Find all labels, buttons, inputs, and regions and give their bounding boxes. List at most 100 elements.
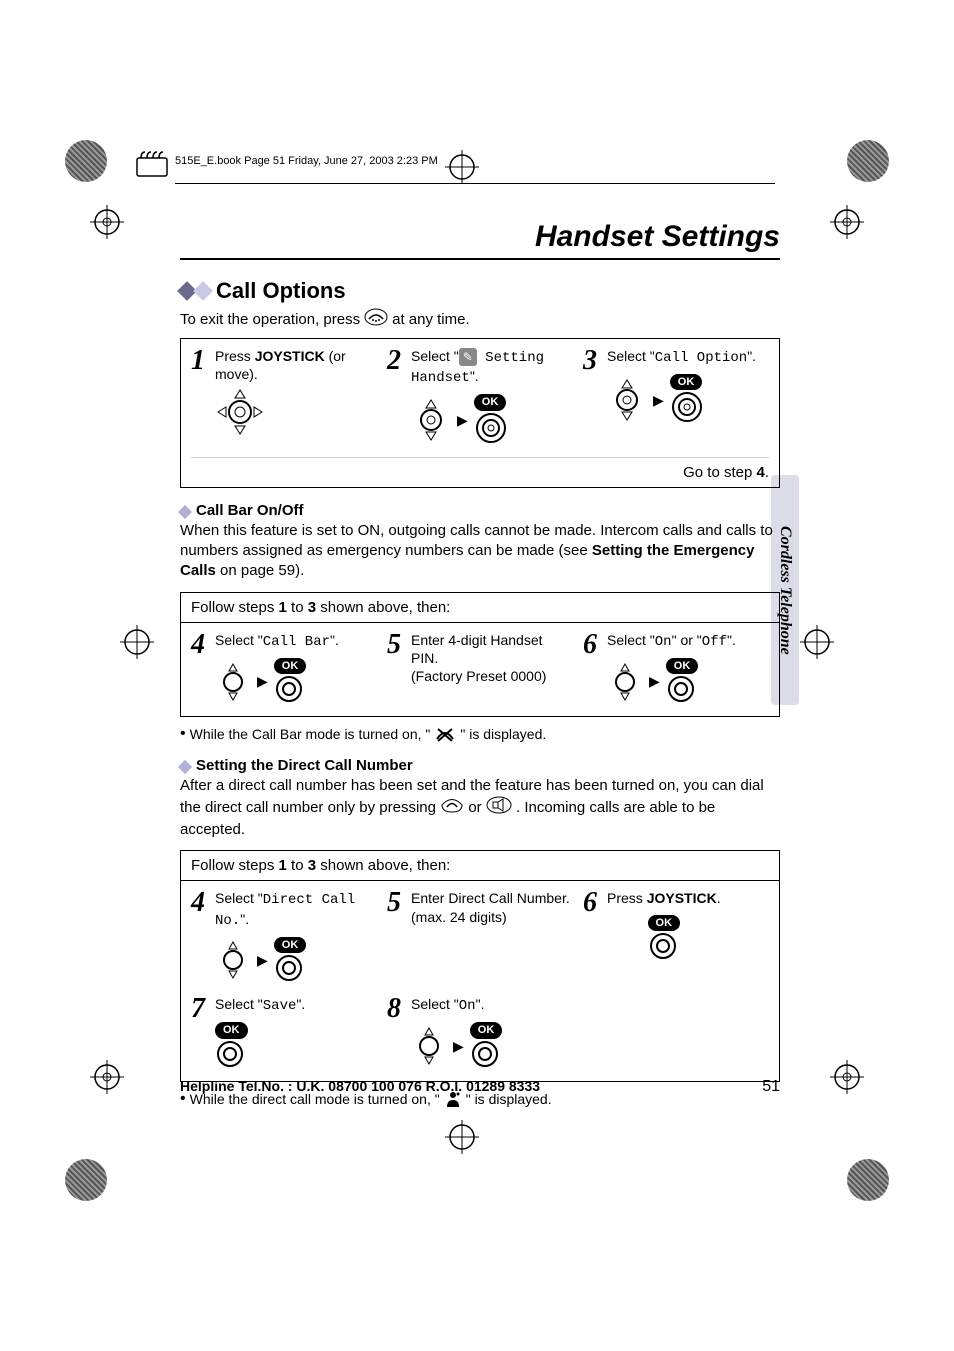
ok-badge: OK xyxy=(470,1022,503,1038)
registration-mark-icon xyxy=(445,1120,479,1157)
diamond-bullet-icon xyxy=(180,284,210,298)
registration-mark-icon xyxy=(120,625,154,662)
helpline-text: Helpline Tel.No. : U.K. 08700 100 076 R.… xyxy=(180,1078,540,1096)
exit-instruction: To exit the operation, press at any time… xyxy=(180,308,780,330)
joystick-updown-icon xyxy=(607,661,643,703)
intro-steps-box: 1 Press JOYSTICK (or move). xyxy=(180,338,780,488)
step-7: 7 Select "Save". OK xyxy=(191,995,377,1073)
step-bold: JOYSTICK xyxy=(647,890,717,906)
step-text: ". xyxy=(727,632,736,648)
note-text: " is displayed. xyxy=(460,726,546,742)
joystick-updown-icon xyxy=(411,397,451,443)
speaker-key-icon xyxy=(486,796,512,820)
step-1: 1 Press JOYSTICK (or move). xyxy=(191,347,377,449)
step-number: 5 xyxy=(387,631,407,709)
step-number: 5 xyxy=(387,889,407,987)
wrench-icon: ✎ xyxy=(459,348,477,366)
step-text: " or " xyxy=(672,632,702,648)
step-number: 8 xyxy=(387,995,407,1073)
registration-mark-icon xyxy=(445,150,479,187)
step-text: Select " xyxy=(607,348,655,364)
step-text: ". xyxy=(296,996,305,1012)
callbar-paragraph: When this feature is set to ON, outgoing… xyxy=(180,521,780,582)
step-mono: Off xyxy=(702,634,727,650)
ok-press-icon: OK xyxy=(470,1019,503,1072)
print-corner-icon xyxy=(847,1159,889,1201)
callbar-follow-row: Follow steps 1 to 3 shown above, then: xyxy=(180,592,780,622)
step-number: 2 xyxy=(387,347,407,449)
joystick-updown-icon xyxy=(607,377,647,423)
step-text: Enter 4-digit Handset PIN. xyxy=(411,632,543,666)
page-footer: Helpline Tel.No. : U.K. 08700 100 076 R.… xyxy=(180,1078,780,1096)
follow-num: 3 xyxy=(308,599,316,616)
direct-steps-box: 4 Select "Direct Call No.". ▶ OK 5 Enter… xyxy=(180,880,780,1082)
step-number: 7 xyxy=(191,995,211,1073)
go-num: 4 xyxy=(756,464,764,481)
exit-suffix: at any time. xyxy=(392,311,470,328)
joystick-all-icon xyxy=(215,387,265,437)
ok-badge: OK xyxy=(670,374,703,390)
ok-badge: OK xyxy=(474,394,507,410)
ok-press-icon: OK xyxy=(274,934,307,987)
follow-text: to xyxy=(287,857,308,874)
step-text: Enter Direct Call Number. xyxy=(411,890,570,906)
ok-badge: OK xyxy=(648,915,681,931)
follow-text: Follow steps xyxy=(191,857,279,874)
direct-follow-row: Follow steps 1 to 3 shown above, then: xyxy=(180,850,780,880)
follow-num: 3 xyxy=(308,857,316,874)
registration-mark-icon xyxy=(90,1060,124,1097)
ok-badge: OK xyxy=(666,658,699,674)
ok-badge: OK xyxy=(215,1022,248,1038)
call-options-heading: Call Options xyxy=(180,278,780,304)
page: 515E_E.book Page 51 Friday, June 27, 200… xyxy=(0,0,954,1351)
diamond-small-icon xyxy=(178,760,192,774)
ok-badge: OK xyxy=(274,658,307,674)
registration-mark-icon xyxy=(800,625,834,662)
step-empty xyxy=(583,995,769,1073)
ok-badge: OK xyxy=(274,937,307,953)
step-text: ". xyxy=(747,348,756,364)
go-to-step: Go to step 4. xyxy=(191,457,769,487)
ok-press-icon: OK xyxy=(648,912,681,965)
page-number: 51 xyxy=(762,1078,780,1096)
arrow-right-icon: ▶ xyxy=(653,391,664,409)
phone-bar-icon xyxy=(434,725,456,742)
step-subtext: (Factory Preset 0000) xyxy=(411,668,546,684)
step-mono: On xyxy=(459,998,476,1014)
step-text: Select " xyxy=(607,632,655,648)
callbar-heading: Call Bar On/Off xyxy=(180,502,780,519)
section-title: Handset Settings xyxy=(180,220,780,260)
para-text: or xyxy=(468,799,486,816)
ok-press-icon: OK xyxy=(670,371,704,428)
step-5: 5 Enter 4-digit Handset PIN. (Factory Pr… xyxy=(387,631,573,709)
step-bold: JOYSTICK xyxy=(255,348,325,364)
joystick-updown-icon xyxy=(411,1025,447,1067)
step-mono: Call Option xyxy=(655,350,747,366)
step-text: Press xyxy=(215,348,255,364)
step-6: 6 Select "On" or "Off". ▶ OK xyxy=(583,631,769,709)
follow-text: to xyxy=(287,599,308,616)
follow-num: 1 xyxy=(279,599,287,616)
step-text: Select " xyxy=(411,996,459,1012)
joystick-updown-icon xyxy=(215,661,251,703)
step-number: 6 xyxy=(583,889,603,987)
follow-text: shown above, then: xyxy=(316,857,450,874)
direct-heading: Setting the Direct Call Number xyxy=(180,757,780,774)
step-text: Select " xyxy=(215,996,263,1012)
step-4: 4 Select "Call Bar". ▶ OK xyxy=(191,631,377,709)
ok-press-icon: OK xyxy=(666,655,699,708)
follow-num: 1 xyxy=(279,857,287,874)
step-number: 1 xyxy=(191,347,211,449)
step-mono: On xyxy=(655,634,672,650)
cancel-handset-icon xyxy=(364,308,388,330)
call-options-heading-text: Call Options xyxy=(216,278,346,304)
direct-paragraph: After a direct call number has been set … xyxy=(180,776,780,841)
step-text: ". xyxy=(330,632,339,648)
arrow-right-icon: ▶ xyxy=(257,672,268,690)
registration-mark-icon xyxy=(830,1060,864,1097)
step-text: . xyxy=(717,890,721,906)
step-number: 3 xyxy=(583,347,603,449)
diamond-small-icon xyxy=(178,505,192,519)
book-binding-icon xyxy=(135,150,169,183)
step-4: 4 Select "Direct Call No.". ▶ OK xyxy=(191,889,377,987)
